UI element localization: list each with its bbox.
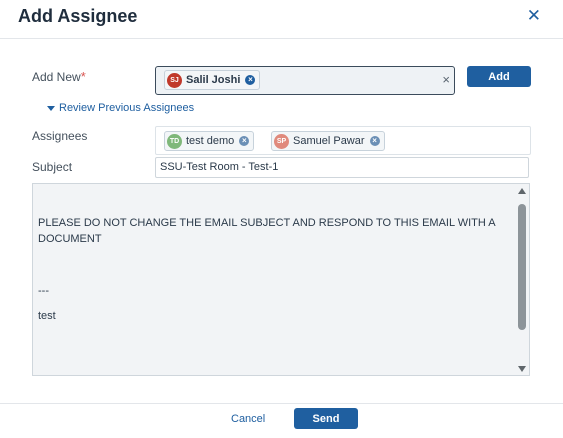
remove-chip-icon[interactable]: × bbox=[245, 75, 256, 85]
add-new-label-text: Add New bbox=[32, 70, 81, 84]
dialog-title: Add Assignee bbox=[18, 6, 138, 26]
remove-chip-icon[interactable]: × bbox=[369, 136, 380, 146]
scroll-down-icon[interactable] bbox=[518, 366, 526, 372]
subject-label: Subject bbox=[32, 160, 73, 174]
assignee-chip-samuel-pawar: SP Samuel Pawar × bbox=[271, 131, 385, 151]
remove-chip-icon[interactable]: × bbox=[239, 136, 250, 146]
assignees-label: Assignees bbox=[32, 129, 88, 143]
required-mark: * bbox=[80, 69, 86, 84]
avatar: TD bbox=[167, 133, 182, 149]
add-new-label: Add New* bbox=[32, 69, 86, 84]
chip-name: Samuel Pawar bbox=[293, 135, 365, 147]
recipient-chip-salil-joshi: SJ Salil Joshi × bbox=[164, 70, 261, 90]
message-separator: --- bbox=[38, 285, 49, 297]
dialog-header: Add Assignee ✕ bbox=[0, 0, 563, 39]
scrollbar[interactable] bbox=[517, 188, 526, 372]
close-icon[interactable]: ✕ bbox=[527, 6, 541, 26]
message-line-2: test bbox=[38, 310, 56, 322]
chip-name: test demo bbox=[186, 135, 235, 147]
review-link-text: Review Previous Assignees bbox=[59, 102, 195, 114]
dialog-footer: Cancel Send bbox=[0, 403, 563, 438]
caret-down-icon bbox=[47, 105, 55, 111]
chip-name: Salil Joshi bbox=[186, 74, 241, 86]
clear-input-icon[interactable]: × bbox=[442, 72, 450, 87]
avatar: SP bbox=[274, 133, 289, 149]
avatar: SJ bbox=[167, 72, 182, 88]
add-button[interactable]: Add bbox=[467, 66, 531, 87]
scroll-up-icon[interactable] bbox=[518, 188, 526, 194]
cancel-button[interactable]: Cancel bbox=[231, 413, 265, 425]
message-line-1: PLEASE DO NOT CHANGE THE EMAIL SUBJECT A… bbox=[38, 217, 499, 245]
add-new-input[interactable]: SJ Salil Joshi × × bbox=[155, 66, 455, 95]
subject-input[interactable]: SSU-Test Room - Test-1 bbox=[155, 157, 529, 178]
assignee-chip-test-demo: TD test demo × bbox=[164, 131, 255, 151]
send-button[interactable]: Send bbox=[294, 408, 358, 429]
assignees-field[interactable]: TD test demo × SP Samuel Pawar × bbox=[155, 126, 531, 155]
message-body[interactable]: PLEASE DO NOT CHANGE THE EMAIL SUBJECT A… bbox=[32, 183, 530, 376]
review-previous-assignees-link[interactable]: Review Previous Assignees bbox=[47, 102, 194, 114]
scrollbar-thumb[interactable] bbox=[518, 204, 526, 330]
